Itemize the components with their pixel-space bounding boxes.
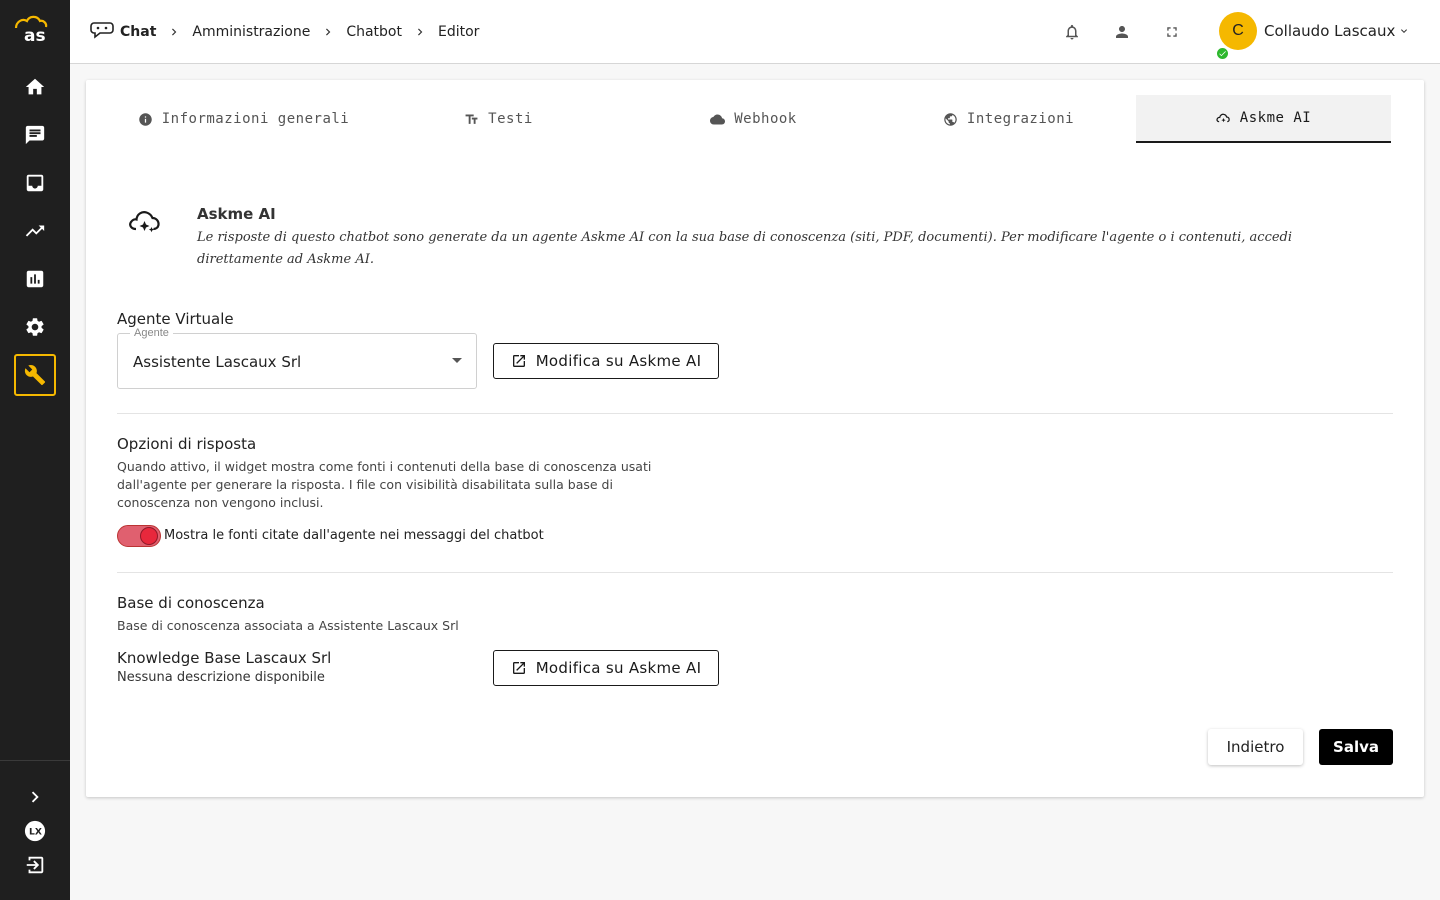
- chevron-right-icon: [406, 25, 434, 39]
- show-sources-label: Mostra le fonti citate dall'agente nei m…: [164, 528, 544, 543]
- nav-home[interactable]: [14, 66, 56, 108]
- askme-logo[interactable]: as: [10, 14, 60, 44]
- show-sources-toggle[interactable]: [117, 525, 161, 547]
- breadcrumb-chat[interactable]: Chat: [120, 24, 156, 40]
- breadcrumb-amministrazione[interactable]: Amministrazione: [192, 24, 310, 40]
- knowledge-base-help: Base di conoscenza associata a Assistent…: [117, 618, 459, 633]
- bell-icon: [1066, 24, 1078, 40]
- response-options-title: Opzioni di risposta: [117, 435, 257, 453]
- tab-integrazioni[interactable]: Integrazioni: [881, 95, 1136, 143]
- edit-knowledge-base-on-askme-button[interactable]: Modifica su Askme AI: [493, 650, 719, 686]
- lx-brand-icon: LX: [24, 820, 46, 842]
- breadcrumb-chatbot[interactable]: Chatbot: [346, 24, 402, 40]
- sidebar: as LX: [0, 0, 70, 900]
- info-icon: [138, 112, 152, 126]
- globe-icon: [944, 112, 957, 126]
- settings-icon: [26, 318, 44, 336]
- tab-label: Webhook: [734, 111, 797, 127]
- tab-webhook[interactable]: Webhook: [626, 95, 881, 143]
- logo-text: as: [24, 26, 46, 44]
- dropdown-arrow-icon: [452, 358, 462, 363]
- open-external-icon: [512, 355, 525, 367]
- logout-button[interactable]: [14, 850, 56, 880]
- chevron-right-icon: [31, 791, 39, 803]
- nav-reports[interactable]: [14, 258, 56, 300]
- logout-icon: [26, 856, 44, 874]
- inbox-icon: [26, 174, 44, 192]
- tab-label: Informazioni generali: [161, 111, 350, 127]
- chevron-right-icon: [160, 25, 188, 39]
- expand-sidebar-button[interactable]: [14, 782, 56, 812]
- user-menu[interactable]: Collaudo Lascaux: [1264, 22, 1410, 40]
- tab-label: Testi: [488, 111, 533, 127]
- edit-kb-label: Modifica su Askme AI: [535, 659, 702, 677]
- toggle-knob: [140, 527, 158, 545]
- tab-informazioni-generali[interactable]: Informazioni generali: [116, 95, 371, 143]
- nav-inbox[interactable]: [14, 162, 56, 204]
- chat-icon: [25, 125, 45, 145]
- save-button[interactable]: Salva: [1319, 729, 1393, 765]
- agent-select-label: Agente: [130, 327, 173, 339]
- chevron-right-icon: [314, 25, 342, 39]
- wrench-icon: [24, 365, 46, 386]
- nav-trends[interactable]: [14, 210, 56, 252]
- section-divider: [117, 413, 1393, 414]
- knowledge-base-name: Knowledge Base Lascaux Srl: [117, 649, 332, 667]
- tab-bar: Informazioni generali Testi Webhook Inte…: [116, 95, 1410, 143]
- askme-cloud-icon: [129, 211, 160, 233]
- knowledge-base-title: Base di conoscenza: [117, 594, 265, 612]
- top-header: Chat Amministrazione Chatbot Editor C Co…: [70, 0, 1440, 64]
- open-external-icon: [512, 662, 525, 674]
- cloud-icon: [710, 114, 726, 124]
- nav-chat[interactable]: [14, 114, 56, 156]
- person-icon: [1116, 26, 1128, 38]
- knowledge-base-description: Nessuna descrizione disponibile: [117, 670, 325, 685]
- user-avatar[interactable]: C: [1219, 12, 1257, 50]
- tab-label: Integrazioni: [966, 111, 1075, 127]
- check-icon: [1219, 51, 1226, 57]
- tab-label: Askme AI: [1239, 110, 1312, 126]
- notifications-button[interactable]: [1062, 22, 1082, 42]
- svg-text:LX: LX: [29, 827, 42, 838]
- home-icon: [25, 78, 45, 95]
- askme-title: Askme AI: [197, 205, 276, 223]
- editor-card: Informazioni generali Testi Webhook Inte…: [86, 80, 1424, 797]
- agent-section-title: Agente Virtuale: [117, 310, 234, 328]
- back-button[interactable]: Indietro: [1208, 729, 1303, 765]
- sidebar-divider: [0, 760, 70, 761]
- nav-tools[interactable]: [14, 354, 56, 396]
- askme-cloud-icon: [1216, 113, 1230, 122]
- fullscreen-button[interactable]: [1162, 22, 1182, 42]
- edit-agent-on-askme-button[interactable]: Modifica su Askme AI: [493, 343, 719, 379]
- breadcrumb-editor: Editor: [437, 24, 480, 40]
- askme-description: Le risposte di questo chatbot sono gener…: [197, 230, 1293, 267]
- edit-agent-label: Modifica su Askme AI: [535, 352, 702, 370]
- tab-testi[interactable]: Testi: [371, 95, 626, 143]
- agent-select[interactable]: Agente Assistente Lascaux Srl: [117, 327, 477, 389]
- trending-icon: [25, 225, 45, 237]
- agent-select-value: Assistente Lascaux Srl: [133, 353, 302, 371]
- breadcrumb: Chat Amministrazione Chatbot Editor: [90, 0, 483, 64]
- nav-settings[interactable]: [14, 306, 56, 348]
- response-options-help: Quando attivo, il widget mostra come fon…: [117, 459, 652, 510]
- fullscreen-icon: [1167, 27, 1177, 37]
- bar-chart-icon: [26, 270, 44, 288]
- tab-askme-ai[interactable]: Askme AI: [1136, 95, 1391, 143]
- chatbot-icon: [90, 19, 116, 45]
- lx-brand-button[interactable]: LX: [14, 816, 56, 846]
- section-divider: [117, 572, 1393, 573]
- user-name-label: Collaudo Lascaux: [1264, 22, 1396, 40]
- profile-button[interactable]: [1112, 22, 1132, 42]
- chevron-down-icon: [1401, 29, 1408, 33]
- text-icon: [465, 114, 478, 124]
- online-status-badge: [1215, 46, 1230, 61]
